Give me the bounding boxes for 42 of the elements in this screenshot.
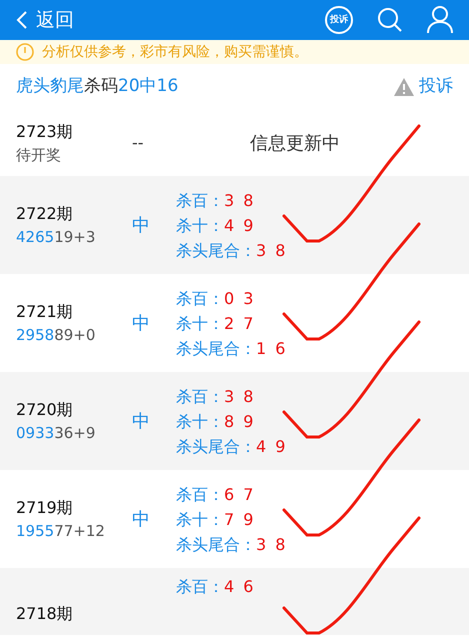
warning-icon — [393, 77, 415, 97]
draw-number: 093336+9 — [16, 422, 96, 444]
prediction-line: 杀百：0 3 — [176, 288, 256, 310]
search-icon — [377, 7, 403, 33]
search-button[interactable] — [377, 7, 403, 33]
hit-label: 中 — [132, 410, 151, 434]
prediction-line: 杀十：7 9 — [176, 508, 256, 530]
prediction-line: 杀头尾合：1 6 — [176, 338, 288, 360]
period-label: 2721期 — [16, 300, 74, 323]
prediction-line: 杀百：4 6 — [176, 576, 256, 598]
period-label: 2719期 — [16, 496, 74, 519]
prediction-line: 杀百：3 8 — [176, 190, 256, 212]
info-icon — [16, 43, 34, 61]
status-label: 待开奖 — [16, 144, 62, 166]
profile-button[interactable] — [427, 6, 453, 34]
user-icon — [427, 6, 453, 34]
notice-text: 分析仅供参考，彩市有风险，购买需谨慎。 — [42, 43, 308, 62]
hit-label: 中 — [132, 508, 151, 532]
complaint-link[interactable]: 投诉 — [393, 74, 453, 100]
period-label: 2718期 — [16, 603, 74, 625]
draw-number: 295889+0 — [16, 324, 96, 346]
complaint-button[interactable]: 投诉 — [325, 6, 353, 34]
prediction-line: 杀百：3 8 — [176, 386, 256, 408]
hit-label: 中 — [132, 214, 151, 238]
period-label: 2722期 — [16, 202, 74, 225]
update-message: 信息更新中 — [250, 132, 340, 156]
prediction-line: 杀百：6 7 — [176, 484, 256, 506]
prediction-line: 杀头尾合：3 8 — [176, 534, 288, 556]
prediction-line: 杀十：2 7 — [176, 312, 256, 334]
draw-number: 195577+12 — [16, 520, 106, 542]
back-icon — [16, 10, 28, 30]
prediction-line: 杀十：8 9 — [176, 410, 256, 432]
prediction-line: 杀十：4 9 — [176, 214, 256, 236]
prediction-line: 杀头尾合：4 9 — [176, 436, 288, 458]
period-label: 2723期 — [16, 120, 74, 143]
dash-text: -- — [132, 132, 145, 154]
period-label: 2720期 — [16, 398, 74, 421]
section-title: 虎头豹尾杀码20中16 — [16, 75, 178, 98]
prediction-line: 杀头尾合：3 8 — [176, 240, 288, 262]
draw-number: 426519+3 — [16, 226, 96, 248]
hit-label: 中 — [132, 312, 151, 336]
back-button[interactable]: 返回 — [16, 6, 74, 34]
